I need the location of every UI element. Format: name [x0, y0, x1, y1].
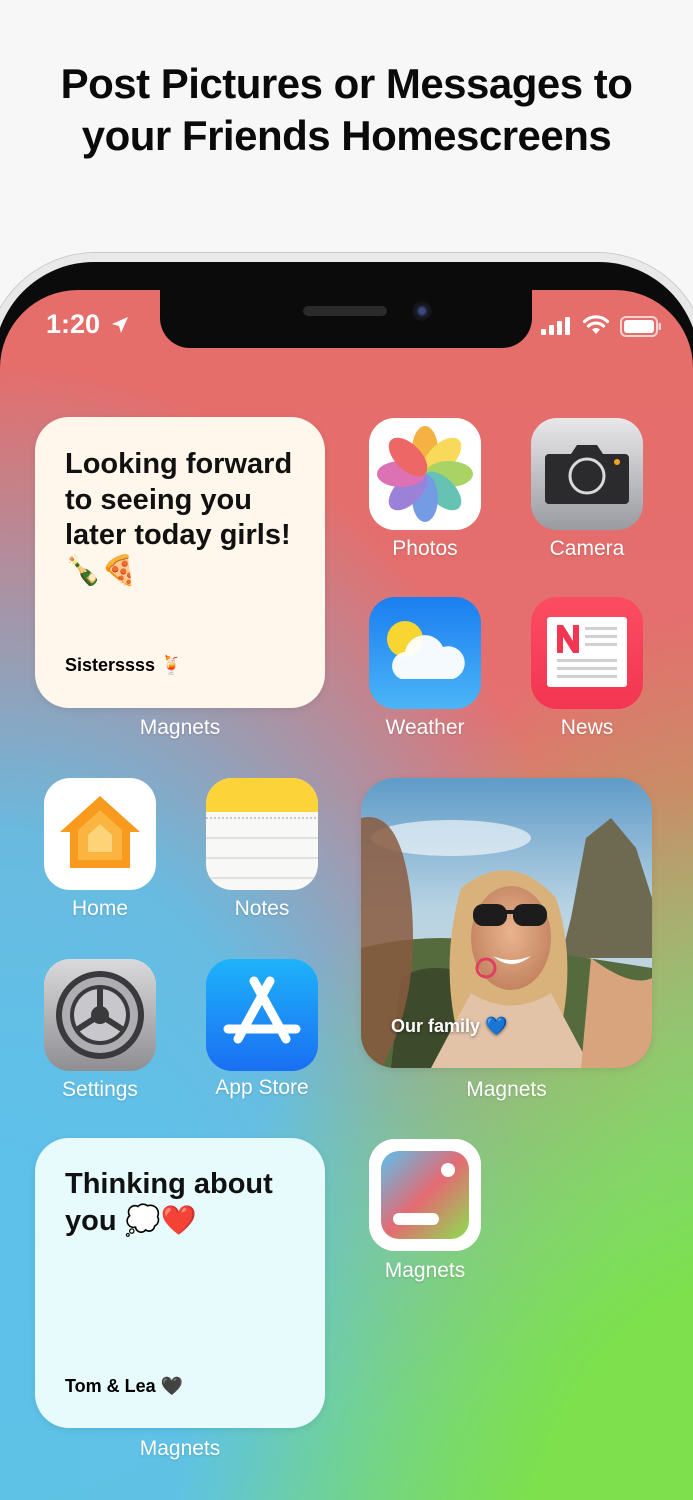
headline-line-2: your Friends Homescreens	[81, 112, 612, 159]
notes-icon	[206, 778, 318, 890]
settings-gear-icon	[44, 959, 156, 1071]
camera-app[interactable]	[531, 418, 643, 530]
home-house-icon	[44, 778, 156, 890]
location-arrow-icon	[112, 317, 128, 333]
widget-sender: Tom & Lea 🖤	[65, 1376, 184, 1396]
magnets-message-widget-1[interactable]: Looking forward to seeing you later toda…	[35, 417, 325, 708]
magnets-app-icon	[369, 1139, 481, 1251]
magnets-photo-widget[interactable]: Our family 💙	[361, 778, 652, 1068]
app-label-settings: Settings	[62, 1078, 138, 1101]
weather-sun-cloud-icon	[369, 597, 481, 709]
headline: Post Pictures or Messages to your Friend…	[0, 58, 693, 162]
notch	[160, 290, 532, 348]
app-store-app[interactable]	[206, 959, 318, 1071]
weather-app[interactable]	[369, 597, 481, 709]
app-label-camera: Camera	[549, 537, 625, 560]
app-label-notes: Notes	[234, 897, 290, 920]
app-label-photos: Photos	[392, 537, 458, 560]
widget-sender: Sisterssss 🍹	[65, 655, 183, 675]
news-icon	[531, 597, 643, 709]
app-label-news: News	[560, 716, 614, 739]
battery-icon	[620, 316, 661, 337]
notes-app[interactable]	[206, 778, 318, 890]
wifi-icon	[582, 315, 610, 334]
widget-message: Thinking about you 💭❤️	[65, 1168, 273, 1237]
settings-app[interactable]	[44, 959, 156, 1071]
photos-flower-icon	[369, 418, 481, 530]
widget-message: Looking forward to seeing you later toda…	[65, 448, 293, 587]
widget-label: Magnets	[139, 1437, 221, 1460]
app-store-icon	[206, 959, 318, 1071]
front-camera	[412, 301, 432, 321]
news-app[interactable]	[531, 597, 643, 709]
status-time: 1:20	[46, 309, 101, 339]
cellular-signal-icon	[541, 317, 570, 335]
widget-caption: Our family 💙	[391, 1016, 508, 1036]
magnets-app[interactable]	[369, 1139, 481, 1251]
speaker-grille	[303, 306, 387, 316]
app-label-magnets: Magnets	[384, 1259, 466, 1282]
magnets-message-widget-2[interactable]: Thinking about you 💭❤️ Tom & Lea 🖤	[35, 1138, 325, 1428]
app-label-home: Home	[71, 897, 129, 920]
widget-label: Magnets	[466, 1078, 547, 1101]
widget-label: Magnets	[139, 716, 221, 739]
headline-line-1: Post Pictures or Messages to	[60, 60, 633, 107]
app-label-app-store: App Store	[215, 1076, 309, 1099]
app-label-weather: Weather	[385, 716, 465, 739]
camera-icon	[531, 418, 643, 530]
photos-app[interactable]	[369, 418, 481, 530]
home-app[interactable]	[44, 778, 156, 890]
